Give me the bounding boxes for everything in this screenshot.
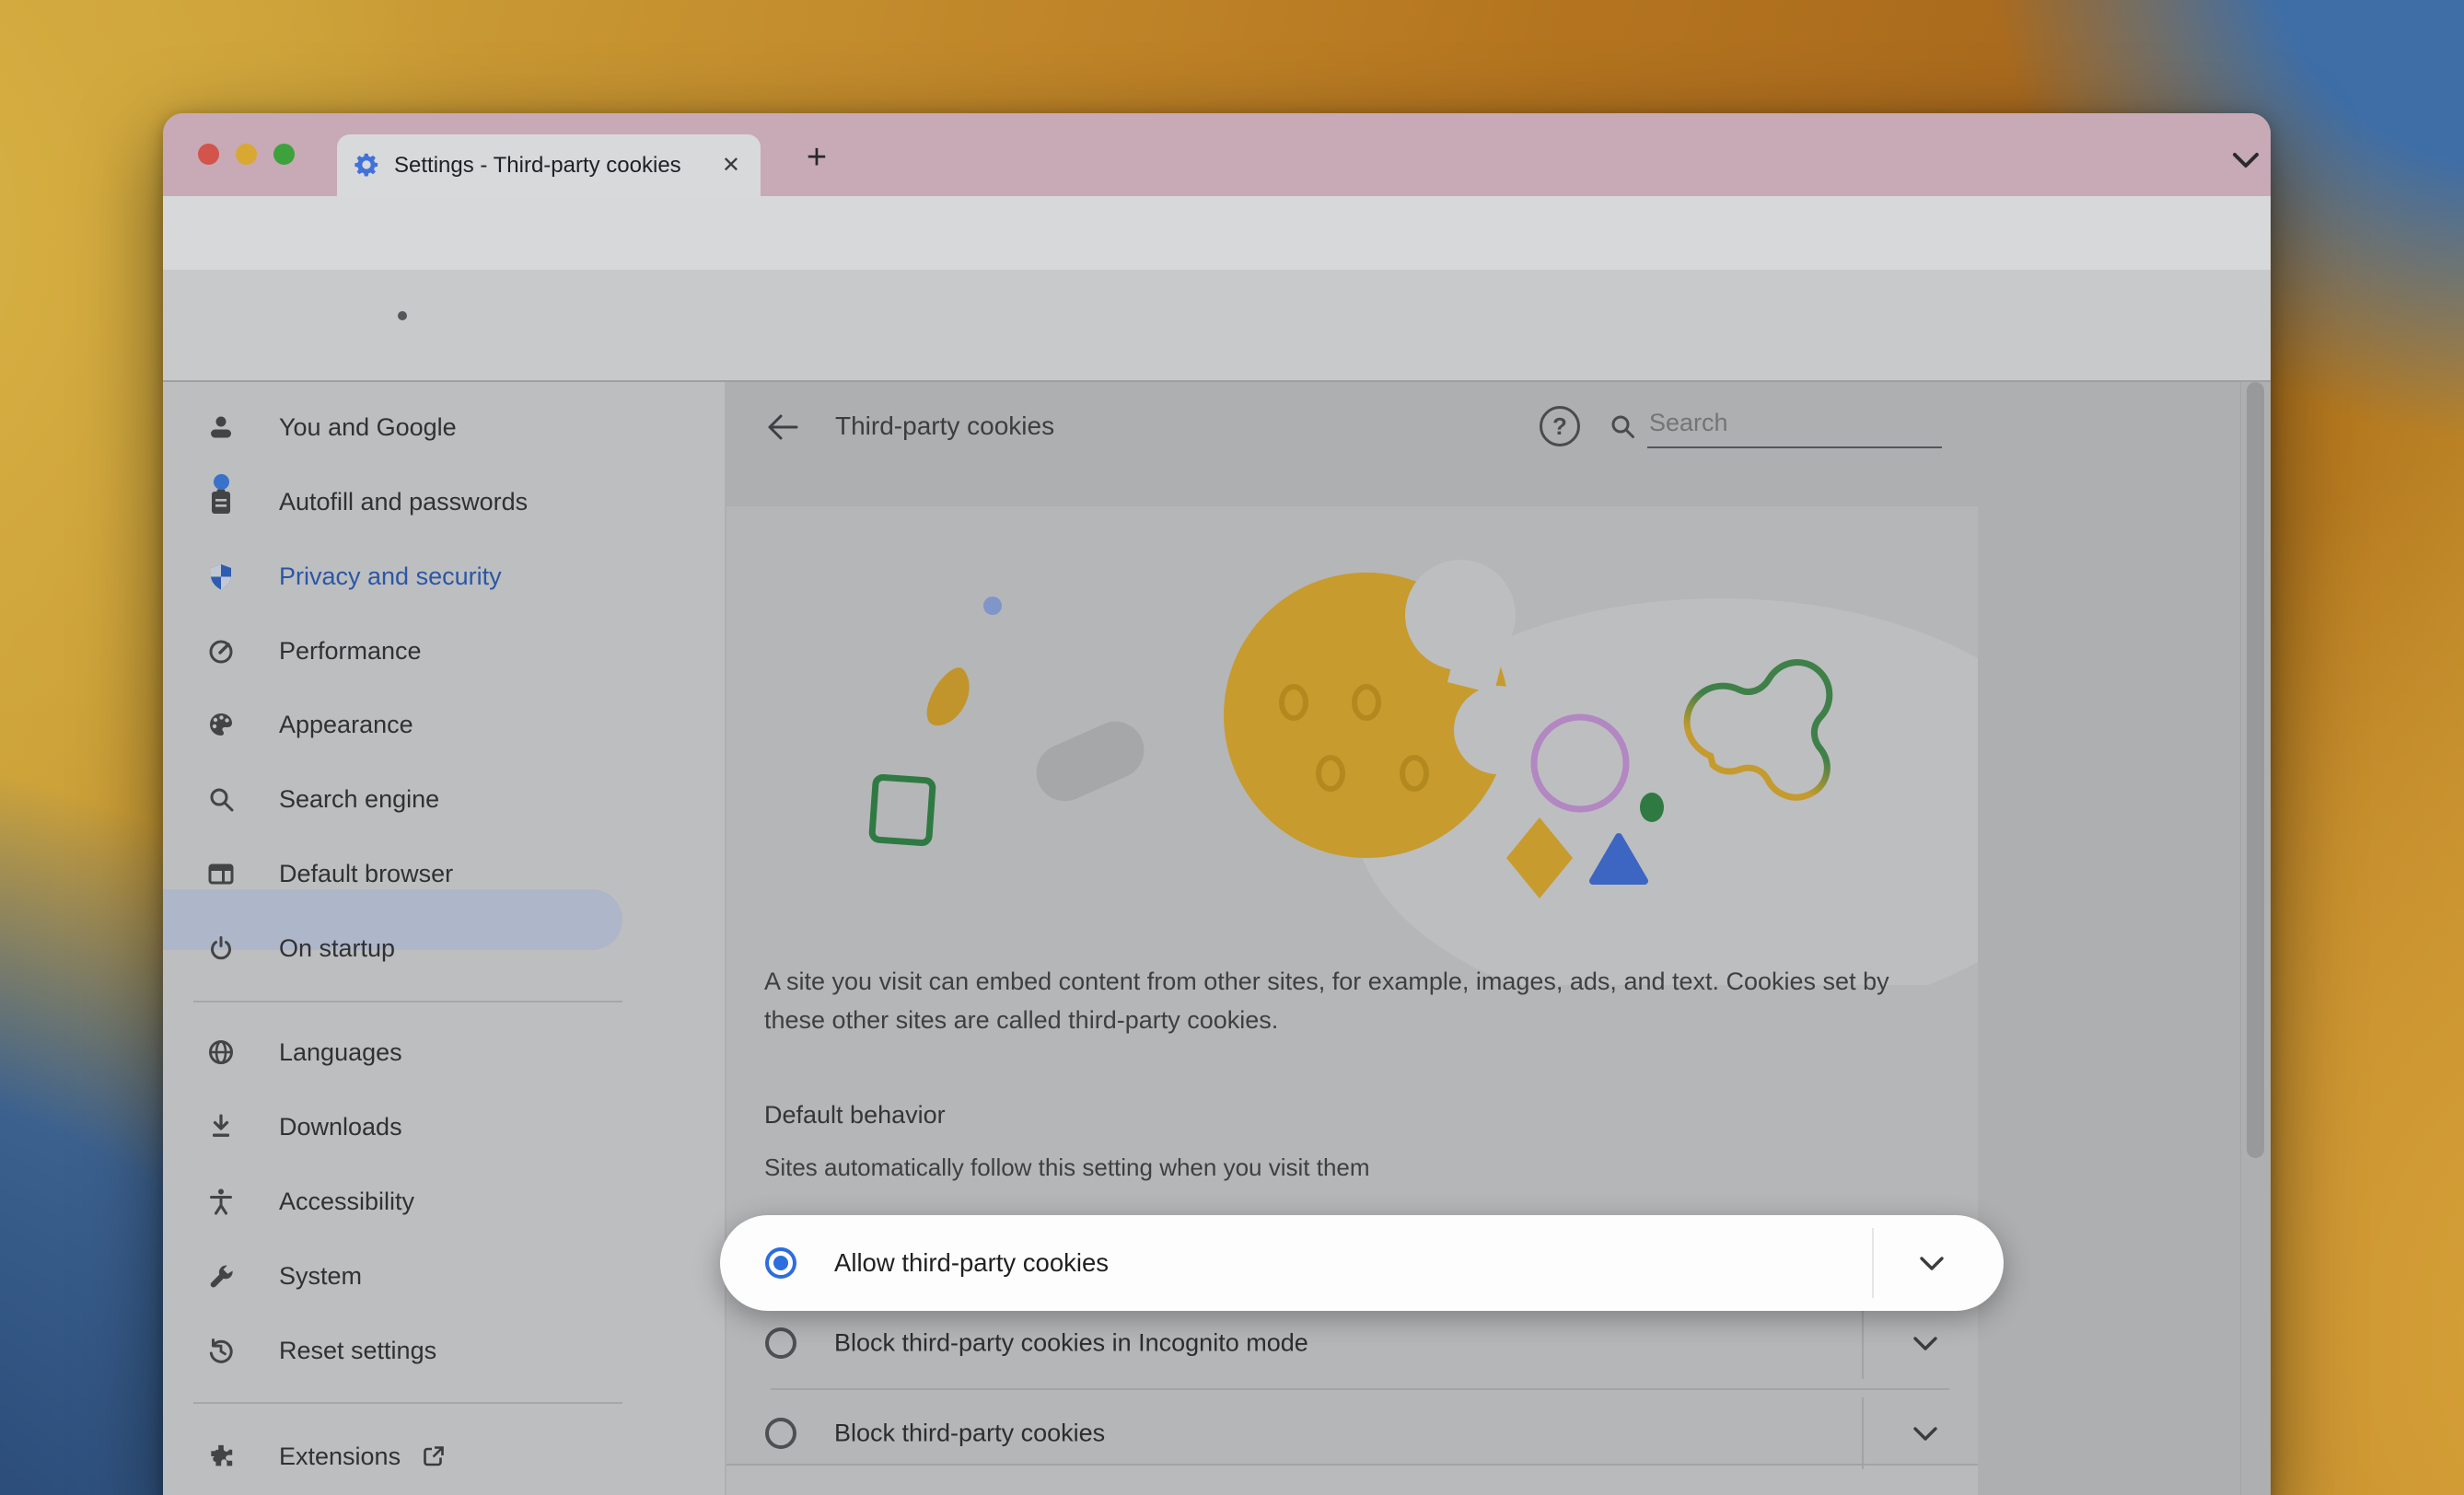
accessibility-icon <box>207 1188 235 1215</box>
shield-icon <box>207 562 235 590</box>
default-behavior-title: Default behavior <box>764 1101 946 1130</box>
wrench-icon <box>207 1262 235 1290</box>
page-back-button[interactable] <box>766 412 799 442</box>
option-label: Allow third-party cookies <box>834 1248 1109 1278</box>
globe-icon <box>207 1038 235 1066</box>
traffic-light-close[interactable] <box>198 144 219 165</box>
history-icon <box>207 1337 235 1364</box>
option-block-incognito[interactable]: Block third-party cookies in Incognito m… <box>726 1299 1978 1387</box>
tab-settings[interactable]: Settings - Third-party cookies ✕ <box>337 134 761 196</box>
settings-sidebar: You and Google Autofill and passwords Pr… <box>163 382 725 1495</box>
cookies-description: A site you visit can embed content from … <box>764 962 1957 1039</box>
sidebar-item-reset-settings[interactable]: Reset settings <box>163 1314 725 1388</box>
traffic-light-minimize[interactable] <box>236 144 257 165</box>
browser-toolbar: ← → ↻ Chrome chrome://settings/cookies ☆ <box>163 196 2271 270</box>
sidebar-item-privacy-security[interactable]: Privacy and security <box>163 539 725 614</box>
sidebar-item-extensions[interactable]: Extensions <box>163 1420 725 1494</box>
power-icon <box>207 934 235 962</box>
settings-header: Settings <box>163 270 2271 380</box>
browser-window-icon <box>207 860 235 887</box>
sidebar-item-autofill[interactable]: Autofill and passwords <box>163 465 725 539</box>
expand-chevron-icon[interactable] <box>1912 1426 1939 1443</box>
new-tab-button[interactable]: + <box>796 137 837 178</box>
sidebar-item-performance[interactable]: Performance <box>163 614 725 689</box>
person-icon <box>207 413 235 441</box>
expand-chevron-icon[interactable] <box>1912 1336 1939 1352</box>
sidebar-item-system[interactable]: System <box>163 1239 725 1314</box>
sidebar-item-on-startup[interactable]: On startup <box>163 911 725 986</box>
search-icon <box>207 785 235 813</box>
radio-unselected-icon[interactable] <box>765 1418 796 1449</box>
row-divider <box>1862 1397 1864 1469</box>
option-allow-highlighted[interactable]: Allow third-party cookies <box>720 1215 2004 1311</box>
external-link-icon <box>421 1443 447 1469</box>
sidebar-item-search-engine[interactable]: Search engine <box>163 762 725 837</box>
default-behavior-subtitle: Sites automatically follow this setting … <box>764 1153 1370 1182</box>
radio-unselected-icon[interactable] <box>765 1327 796 1359</box>
sidebar-item-downloads[interactable]: Downloads <box>163 1090 725 1165</box>
page-search-input[interactable] <box>1647 404 1927 441</box>
desktop-wallpaper: Settings - Third-party cookies ✕ + ← → ↻… <box>0 0 2464 1495</box>
traffic-light-zoom[interactable] <box>273 144 295 165</box>
speedometer-icon <box>207 637 235 665</box>
palette-icon <box>207 711 235 738</box>
option-block-third-party[interactable]: Block third-party cookies <box>726 1389 1978 1478</box>
sidebar-item-appearance[interactable]: Appearance <box>163 688 725 762</box>
chrome-window: Settings - Third-party cookies ✕ + ← → ↻… <box>163 113 2271 1495</box>
sidebar-item-you-and-google[interactable]: You and Google <box>163 390 725 465</box>
tab-close-icon[interactable]: ✕ <box>722 152 740 179</box>
tab-strip: Settings - Third-party cookies ✕ + <box>163 113 2271 196</box>
row-divider <box>1862 1307 1864 1379</box>
sidebar-item-languages[interactable]: Languages <box>163 1015 725 1090</box>
help-icon[interactable]: ? <box>1540 406 1580 446</box>
expand-chevron-icon[interactable] <box>1918 1256 1946 1272</box>
sidebar-item-accessibility[interactable]: Accessibility <box>163 1165 725 1239</box>
tab-title: Settings - Third-party cookies <box>394 153 681 179</box>
gear-favicon-icon <box>354 152 381 180</box>
page-search-field[interactable] <box>1609 404 1942 448</box>
sidebar-item-default-browser[interactable]: Default browser <box>163 837 725 911</box>
radio-selected-icon[interactable] <box>765 1247 796 1279</box>
page-title: Third-party cookies <box>835 411 1054 441</box>
cookie-illustration <box>726 506 1978 985</box>
download-icon <box>207 1113 235 1141</box>
sidebar-divider <box>193 1402 622 1404</box>
clipboard-icon <box>207 488 235 516</box>
row-divider <box>1872 1228 1874 1298</box>
scrollbar-thumb[interactable] <box>2247 382 2264 1158</box>
scrollbar-track-edge <box>2240 382 2241 1495</box>
puzzle-icon <box>207 1443 235 1470</box>
search-icon <box>1609 412 1636 440</box>
tab-search-chevron-icon[interactable] <box>2229 151 2262 171</box>
sidebar-divider <box>193 1001 622 1002</box>
